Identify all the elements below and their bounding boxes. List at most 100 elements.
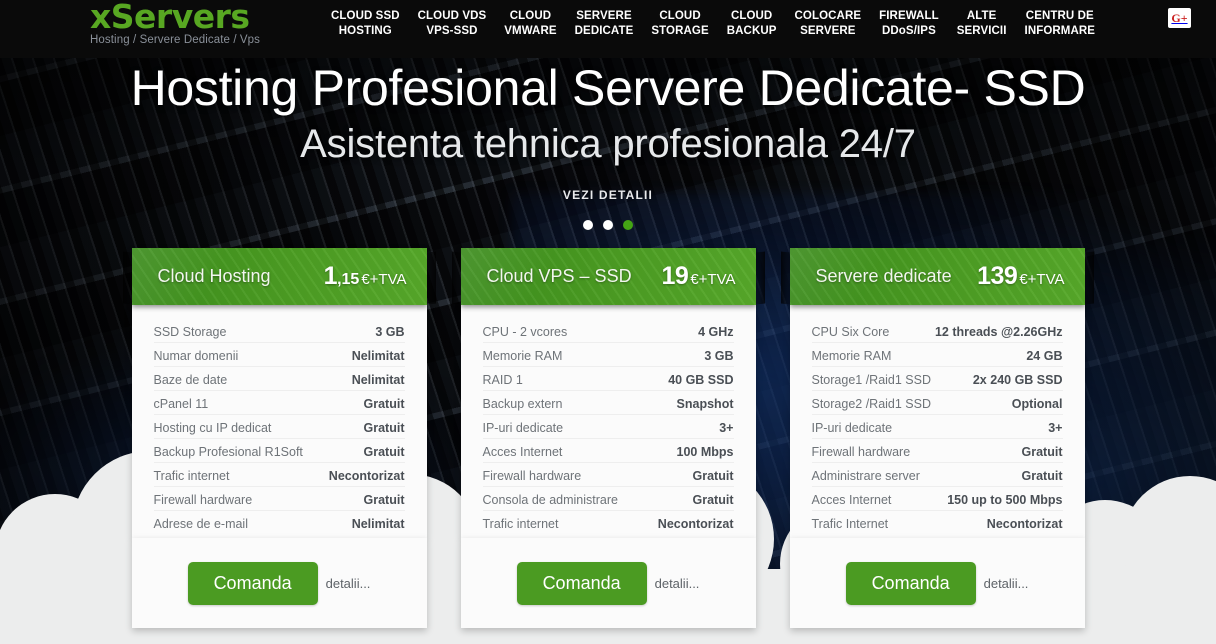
pricing-cards: Cloud Hosting 1,15 €+TVA SSD Storage 3 GB … [0, 248, 1216, 628]
feature-label: IP-uri dedicate [811, 421, 893, 435]
card-footer: Comanda detalii... [789, 538, 1085, 628]
feature-label: CPU - 2 vcores [482, 325, 568, 339]
feature-label: Trafic internet [153, 469, 230, 483]
feature-row: CPU - 2 vcores 4 GHz [482, 323, 734, 343]
feature-row: Firewall hardware Gratuit [811, 443, 1063, 463]
card-header: Cloud Hosting 1,15 €+TVA [132, 248, 427, 305]
details-link[interactable]: detalii... [326, 576, 371, 591]
price-integer: 19 [661, 262, 689, 290]
feature-row: cPanel 11 Gratuit [153, 395, 405, 415]
details-link[interactable]: detalii... [984, 576, 1029, 591]
feature-row: Administrare server Gratuit [811, 467, 1063, 487]
feature-row: Firewall hardware Gratuit [482, 467, 734, 487]
feature-row: Storage1 /Raid1 SSD 2x 240 GB SSD [811, 371, 1063, 391]
card-feature-list: CPU - 2 vcores 4 GHz Memorie RAM 3 GB RAID… [460, 305, 756, 538]
feature-value: Gratuit [363, 421, 405, 435]
feature-row: Acces Internet 150 up to 500 Mbps [811, 491, 1063, 511]
nav-item-colocare-servere[interactable]: COLOCARE SERVERE [786, 9, 871, 39]
feature-label: Backup extern [482, 397, 563, 411]
details-link[interactable]: detalii... [655, 576, 700, 591]
feature-value: Gratuit [692, 493, 734, 507]
feature-value: Optional [1011, 397, 1063, 411]
feature-row: Trafic Internet Necontorizat [812, 515, 1063, 534]
carousel-dot-3[interactable] [623, 220, 633, 230]
feature-label: Memorie RAM [482, 349, 563, 363]
feature-value: 3 GB [375, 325, 405, 339]
feature-value: Nelimitat [351, 517, 405, 531]
feature-value: Snapshot [676, 397, 734, 411]
feature-label: Hosting cu IP dedicat [153, 421, 272, 435]
logo-wordmark: xServers [90, 0, 250, 36]
feature-label: Firewall hardware [482, 469, 582, 483]
card-price: 139 €+TVA [977, 262, 1064, 291]
nav-item-cloud-ssd-hosting[interactable]: CLOUD SSD HOSTING [322, 9, 409, 39]
feature-label: Administrare server [811, 469, 920, 483]
google-plus-icon[interactable]: G+ [1168, 8, 1191, 28]
nav-item-firewall-ddos-ips[interactable]: FIREWALL DDoS/IPS [870, 9, 948, 39]
feature-label: SSD Storage [153, 325, 227, 339]
feature-value: Nelimitat [351, 373, 405, 387]
feature-row: IP-uri dedicate 3+ [811, 419, 1063, 439]
nav-item-servere-dedicate[interactable]: SERVERE DEDICATE [566, 9, 643, 39]
logo-tagline: Hosting / Servere Dedicate / Vps [90, 34, 261, 46]
feature-row: Numar domenii Nelimitat [153, 347, 405, 367]
site-logo[interactable]: xServers Hosting / Servere Dedicate / Vp… [90, 0, 270, 48]
feature-label: CPU Six Core [811, 325, 890, 339]
order-button[interactable]: Comanda [516, 561, 647, 605]
price-currency: €+TVA [1019, 271, 1065, 288]
feature-row: Trafic internet Necontorizat [153, 467, 405, 487]
feature-row: Memorie RAM 24 GB [811, 347, 1063, 367]
carousel-dot-2[interactable] [603, 220, 613, 230]
feature-row: CPU Six Core 12 threads @2.26GHz [811, 323, 1063, 343]
nav-item-alte-servicii[interactable]: ALTE SERVICII [948, 9, 1016, 39]
nav-item-centru-de-informare[interactable]: CENTRU DE INFORMARE [1016, 9, 1105, 39]
feature-value: 24 GB [1026, 349, 1063, 363]
pricing-card-cloud-vps-ssd: Cloud VPS – SSD 19 €+TVA CPU - 2 vcores 4 … [460, 248, 756, 628]
pricing-card-cloud-hosting: Cloud Hosting 1,15 €+TVA SSD Storage 3 GB … [131, 248, 427, 628]
feature-row: Trafic internet Necontorizat [483, 515, 734, 534]
order-button[interactable]: Comanda [187, 561, 318, 605]
feature-value: Necontorizat [657, 517, 734, 531]
feature-label: Acces Internet [811, 493, 892, 507]
feature-value: Gratuit [1021, 445, 1063, 459]
price-currency: €+TVA [690, 271, 736, 288]
feature-value: Gratuit [363, 397, 405, 411]
card-title: Cloud VPS – SSD [486, 266, 632, 286]
nav-item-cloud-storage[interactable]: CLOUD STORAGE [642, 9, 717, 39]
carousel-dot-1[interactable] [583, 220, 593, 230]
feature-label: Trafic internet [482, 517, 559, 531]
card-footer: Comanda detalii... [460, 538, 756, 628]
feature-value: 2x 240 GB SSD [972, 373, 1063, 387]
feature-value: Nelimitat [351, 349, 405, 363]
feature-row: Hosting cu IP dedicat Gratuit [153, 419, 405, 439]
nav-item-cloud-vmware[interactable]: CLOUD VMWARE [495, 9, 565, 39]
feature-row: IP-uri dedicate 3+ [482, 419, 734, 439]
feature-label: Firewall hardware [153, 493, 253, 507]
feature-value: Gratuit [1021, 469, 1063, 483]
feature-label: Baze de date [153, 373, 228, 387]
feature-row: Storage2 /Raid1 SSD Optional [811, 395, 1063, 415]
feature-value: Necontorizat [328, 469, 405, 483]
feature-row: Baze de date Nelimitat [153, 371, 405, 391]
feature-label: RAID 1 [482, 373, 523, 387]
google-plus-label: G+ [1171, 11, 1188, 25]
nav-item-cloud-backup[interactable]: CLOUD BACKUP [718, 9, 786, 39]
price-decimal: ,15 [337, 271, 360, 288]
feature-row: Memorie RAM 3 GB [482, 347, 734, 367]
hero-title: Hosting Profesional Servere Dedicate- SS… [130, 60, 1086, 116]
feature-row: Backup extern Snapshot [482, 395, 734, 415]
feature-value: 3+ [719, 421, 734, 435]
pricing-card-servere-dedicate: Servere dedicate 139 €+TVA CPU Six Core 12… [789, 248, 1085, 628]
feature-value: 150 up to 500 Mbps [947, 493, 1063, 507]
feature-label: cPanel 11 [153, 397, 209, 411]
card-feature-list: SSD Storage 3 GB Numar domenii Nelimitat B… [131, 305, 427, 538]
card-feature-list: CPU Six Core 12 threads @2.26GHz Memorie … [789, 305, 1085, 538]
feature-value: Gratuit [363, 445, 405, 459]
nav-item-cloud-vds-vps-ssd[interactable]: CLOUD VDS VPS-SSD [409, 9, 496, 39]
price-integer: 139 [977, 262, 1018, 290]
feature-label: Trafic Internet [811, 517, 889, 531]
hero-cta-link[interactable]: VEZI DETALII [563, 188, 653, 202]
feature-row: Firewall hardware Gratuit [153, 491, 405, 511]
order-button[interactable]: Comanda [845, 561, 976, 605]
feature-row: Adrese de e-mail Nelimitat [154, 515, 405, 534]
